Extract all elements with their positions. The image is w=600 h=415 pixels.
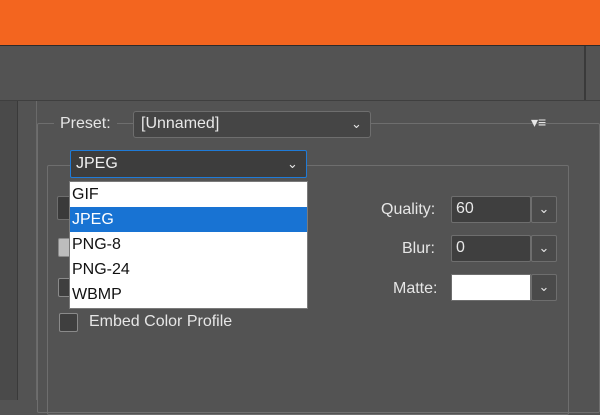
quality-input[interactable]: 60 [451,196,531,223]
chevron-down-icon: ⌄ [538,201,550,216]
quality-dropdown-button[interactable]: ⌄ [531,196,557,223]
file-format-dropdown: GIF JPEG PNG-8 PNG-24 WBMP [69,181,308,309]
blur-value: 0 [456,239,465,256]
file-format-value: JPEG [76,155,118,172]
blur-input[interactable]: 0 [451,235,531,262]
preset-label-container: Preset: [54,115,117,137]
chevron-down-icon: ⌄ [351,116,362,131]
chevron-down-icon: ⌄ [538,279,550,294]
preset-label: Preset: [60,115,111,132]
toolbar-bottom-border [0,100,600,101]
window-title-bar [0,0,600,45]
format-option-png8[interactable]: PNG-8 [70,232,307,257]
format-option-wbmp[interactable]: WBMP [70,282,307,307]
format-option-jpeg[interactable]: JPEG [70,207,307,232]
preset-select[interactable]: [Unnamed] ⌄ [133,111,371,138]
title-separator [0,45,600,46]
matte-color-swatch[interactable] [451,274,531,301]
preset-select-value: [Unnamed] [141,115,220,132]
embed-color-profile-label: Embed Color Profile [89,313,233,330]
preview-panel-border [18,101,37,400]
blur-dropdown-button[interactable]: ⌄ [531,235,557,262]
quality-label: Quality: [381,201,436,218]
format-option-gif[interactable]: GIF [70,182,307,207]
file-format-select[interactable]: JPEG ⌄ [70,150,307,178]
preview-panel-edge [0,101,18,400]
chevron-down-icon: ⌄ [287,156,298,171]
quality-value: 60 [456,200,474,217]
embed-color-profile-checkbox[interactable] [59,313,78,332]
chevron-down-icon: ⌄ [538,240,550,255]
flyout-menu-icon[interactable]: ▾≡ [531,114,546,131]
format-option-png24[interactable]: PNG-24 [70,257,307,282]
matte-label: Matte: [393,280,438,297]
toolbar-divider [584,46,586,100]
matte-dropdown-button[interactable]: ⌄ [531,274,557,301]
blur-label: Blur: [402,240,435,257]
